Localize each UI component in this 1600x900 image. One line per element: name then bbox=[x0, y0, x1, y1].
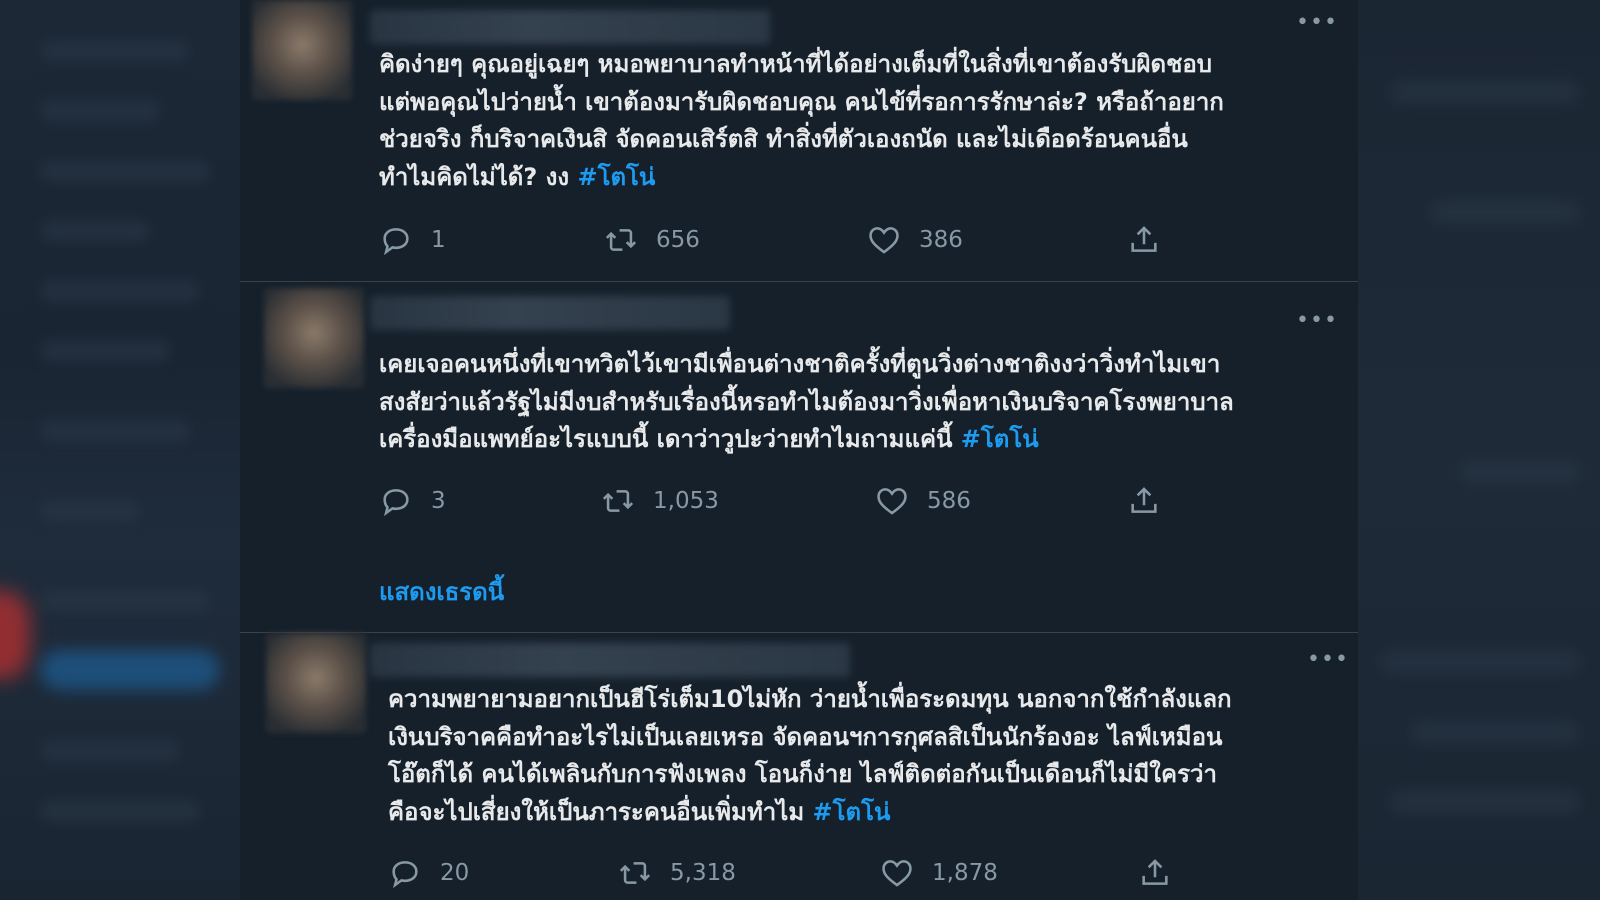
avatar[interactable] bbox=[266, 633, 366, 733]
like-count: 1,878 bbox=[932, 860, 998, 886]
tweet-feed: ••• คิดง่ายๆ คุณอยู่เฉยๆ หมอพยาบาลทำหน้า… bbox=[240, 0, 1358, 900]
more-icon[interactable]: ••• bbox=[1296, 310, 1337, 334]
share-icon bbox=[1131, 487, 1157, 513]
reply-count: 20 bbox=[440, 860, 470, 886]
reply-button[interactable]: 3 bbox=[379, 481, 446, 521]
share-icon bbox=[1142, 859, 1168, 885]
share-button[interactable] bbox=[1138, 853, 1172, 893]
reply-count: 3 bbox=[431, 488, 446, 514]
reply-icon bbox=[383, 489, 409, 517]
tweet-text: ความพยายามอยากเป็นฮีโร่เต็ม10ไม่หัก ว่าย… bbox=[388, 685, 1232, 826]
blurred-left-sidebar bbox=[0, 0, 240, 900]
like-button[interactable]: 1,878 bbox=[880, 853, 998, 893]
reply-icon bbox=[383, 228, 409, 256]
avatar[interactable] bbox=[264, 288, 364, 388]
more-icon[interactable]: ••• bbox=[1296, 12, 1337, 36]
retweet-button[interactable]: 656 bbox=[604, 220, 700, 260]
heart-icon bbox=[877, 488, 907, 515]
heart-icon bbox=[882, 860, 912, 887]
like-button[interactable]: 386 bbox=[867, 220, 963, 260]
retweet-icon bbox=[602, 490, 634, 512]
reply-button[interactable]: 1 bbox=[379, 220, 446, 260]
retweet-button[interactable]: 1,053 bbox=[601, 481, 719, 521]
share-button[interactable] bbox=[1127, 481, 1161, 521]
reply-count: 1 bbox=[431, 227, 446, 253]
author-name[interactable] bbox=[370, 643, 850, 677]
heart-icon bbox=[869, 227, 899, 254]
retweet-count: 5,318 bbox=[670, 860, 736, 886]
avatar[interactable] bbox=[252, 0, 352, 100]
tweet-actions: 3 1,053 586 bbox=[379, 481, 1199, 521]
more-icon[interactable]: ••• bbox=[1307, 649, 1348, 673]
tweet-actions: 20 5,318 1,878 bbox=[388, 853, 1208, 893]
blurred-notification-dot bbox=[0, 590, 30, 680]
tweet-actions: 1 656 386 bbox=[379, 220, 1199, 260]
retweet-count: 1,053 bbox=[653, 488, 719, 514]
blurred-right-sidebar bbox=[1358, 0, 1600, 900]
share-icon bbox=[1131, 226, 1157, 252]
retweet-icon bbox=[619, 862, 651, 884]
reply-button[interactable]: 20 bbox=[388, 853, 469, 893]
like-count: 586 bbox=[927, 488, 971, 514]
retweet-count: 656 bbox=[656, 227, 700, 253]
reply-icon bbox=[392, 861, 418, 889]
like-count: 386 bbox=[919, 227, 963, 253]
tweet-text: คิดง่ายๆ คุณอยู่เฉยๆ หมอพยาบาลทำหน้าที่ไ… bbox=[379, 50, 1224, 191]
author-name[interactable] bbox=[370, 296, 730, 330]
retweet-button[interactable]: 5,318 bbox=[618, 853, 736, 893]
show-thread-link[interactable]: แสดงเธรดนี้ bbox=[379, 572, 504, 611]
hashtag-link[interactable]: #โตโน่ bbox=[577, 163, 655, 191]
tweet[interactable]: ••• คิดง่ายๆ คุณอยู่เฉยๆ หมอพยาบาลทำหน้า… bbox=[240, 0, 1358, 281]
retweet-icon bbox=[605, 229, 637, 251]
like-button[interactable]: 586 bbox=[875, 481, 971, 521]
tweet[interactable]: ••• ความพยายามอยากเป็นฮีโร่เต็ม10ไม่หัก … bbox=[240, 633, 1358, 900]
share-button[interactable] bbox=[1127, 220, 1161, 260]
blurred-tweet-button bbox=[40, 650, 220, 690]
hashtag-link[interactable]: #โตโน่ bbox=[961, 425, 1039, 453]
tweet-text: เคยเจอคนหนึ่งที่เขาทวิตไว้เขามีเพื่อนต่า… bbox=[379, 350, 1234, 453]
hashtag-link[interactable]: #โตโน่ bbox=[813, 798, 891, 826]
author-name[interactable] bbox=[370, 10, 770, 44]
tweet[interactable]: ••• เคยเจอคนหนึ่งที่เขาทวิตไว้เขามีเพื่อ… bbox=[240, 282, 1358, 632]
